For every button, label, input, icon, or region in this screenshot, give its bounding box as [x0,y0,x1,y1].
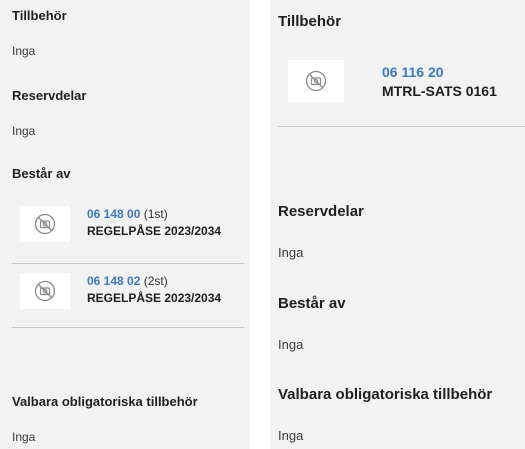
spare-parts-heading: Reservdelar [12,88,87,103]
consists-of-heading: Består av [278,295,346,312]
divider [278,126,525,127]
accessories-heading: Tillbehör [278,13,342,30]
spare-parts-value: Inga [12,124,36,138]
component-item[interactable]: 06 148 02 (2st) REGELPÅSE 2023/2034 [20,273,235,313]
right-panel: Tillbehör 06 116 20 MTRL-SATS 0161 Reser… [270,0,525,449]
no-image-icon [20,273,70,309]
consists-of-value: Inga [278,337,304,352]
optional-accessories-value: Inga [12,430,36,444]
component-qty: (1st) [143,207,168,221]
component-qty: (2st) [143,274,168,288]
accessories-value: Inga [12,44,36,58]
component-item[interactable]: 06 148 00 (1st) REGELPÅSE 2023/2034 [20,206,235,246]
divider [12,263,244,264]
optional-accessories-value: Inga [278,428,304,443]
consists-of-heading: Består av [12,166,71,181]
accessory-code-link[interactable]: 06 116 20 [382,64,444,80]
divider [12,327,244,328]
spare-parts-heading: Reservdelar [278,203,364,220]
component-name: REGELPÅSE 2023/2034 [87,224,222,238]
accessory-name: MTRL-SATS 0161 [382,83,497,99]
accessories-heading: Tillbehör [12,8,67,23]
optional-accessories-heading: Valbara obligatoriska tillbehör [278,386,493,403]
spare-parts-value: Inga [278,245,304,260]
component-code-link[interactable]: 06 148 00 [87,207,140,221]
component-name: REGELPÅSE 2023/2034 [87,291,222,305]
no-image-icon [20,206,70,242]
component-code-link[interactable]: 06 148 02 [87,274,140,288]
left-panel: Tillbehör Inga Reservdelar Inga Består a… [0,0,250,449]
accessory-item[interactable]: 06 116 20 MTRL-SATS 0161 [288,60,525,110]
optional-accessories-heading: Valbara obligatoriska tillbehör [12,394,198,409]
no-image-icon [288,60,344,102]
